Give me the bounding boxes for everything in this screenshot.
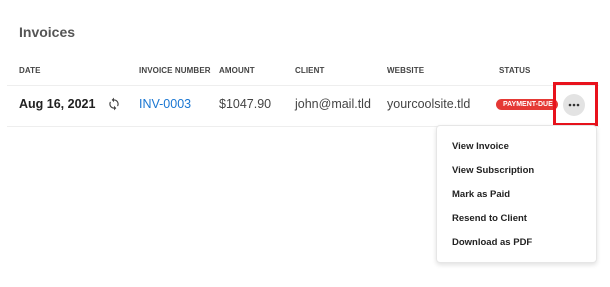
row-actions-button[interactable] <box>563 94 585 116</box>
client-website: yourcoolsite.tld <box>387 97 471 111</box>
invoice-amount: $1047.90 <box>219 97 272 111</box>
menu-item-view-subscription[interactable]: View Subscription <box>452 165 534 176</box>
column-header-status: STATUS <box>499 66 531 75</box>
refresh-icon[interactable] <box>107 97 121 111</box>
invoice-number-link[interactable]: INV-0003 <box>139 97 191 111</box>
page-title: Invoices <box>19 24 76 40</box>
menu-item-resend-to-client[interactable]: Resend to Client <box>452 213 527 224</box>
column-header-invoice-number: INVOICE NUMBER <box>139 66 211 75</box>
more-horizontal-icon <box>568 103 580 107</box>
row-actions-menu: View Invoice View Subscription Mark as P… <box>436 125 597 263</box>
menu-item-view-invoice[interactable]: View Invoice <box>452 141 509 152</box>
menu-item-download-pdf[interactable]: Download as PDF <box>452 237 532 248</box>
column-header-website: WEBSITE <box>387 66 425 75</box>
column-header-client: CLIENT <box>295 66 325 75</box>
menu-item-mark-as-paid[interactable]: Mark as Paid <box>452 189 510 200</box>
invoice-date: Aug 16, 2021 <box>19 97 96 111</box>
column-header-amount: AMOUNT <box>219 66 255 75</box>
status-badge: PAYMENT-DUE <box>496 99 558 110</box>
column-header-date: DATE <box>19 66 41 75</box>
client-email: john@mail.tld <box>295 97 371 111</box>
